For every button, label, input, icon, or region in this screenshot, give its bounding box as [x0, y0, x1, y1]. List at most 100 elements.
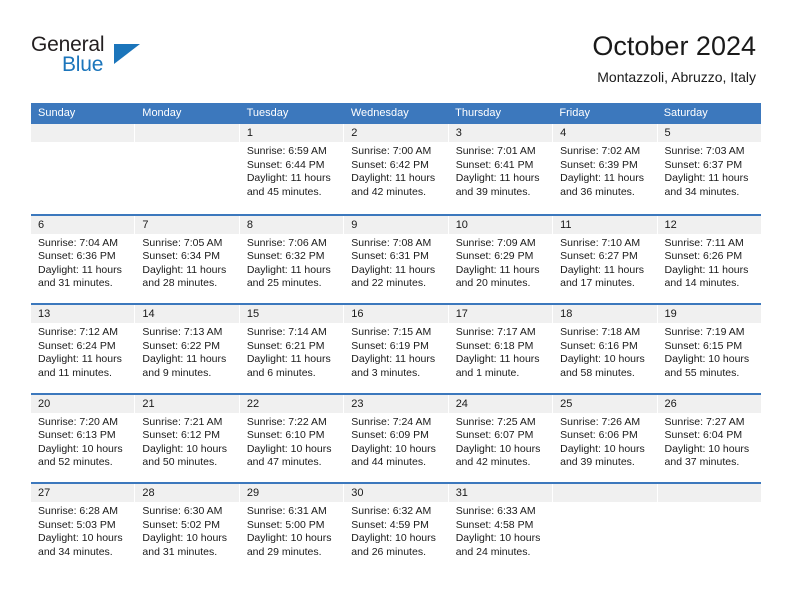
- calendar-day-cell[interactable]: 2 Sunrise: 7:00 AM Sunset: 6:42 PM Daylight…: [344, 124, 449, 214]
- calendar-day-cell[interactable]: 23 Sunrise: 7:24 AM Sunset: 6:09 PM Dayligh…: [344, 394, 449, 482]
- calendar-day-cell[interactable]: 11 Sunrise: 7:10 AM Sunset: 6:27 PM Dayligh…: [553, 215, 658, 303]
- day-sun-info: Sunrise: 7:17 AM Sunset: 6:18 PM Daylight:…: [449, 323, 552, 380]
- sunrise-text: Sunrise: 7:13 AM: [142, 326, 223, 338]
- calendar-day-cell[interactable]: 5 Sunrise: 7:03 AM Sunset: 6:37 PM Daylight…: [657, 124, 761, 214]
- daylight-text: Daylight: 10 hours and 24 minutes.: [455, 532, 541, 558]
- calendar-day-cell[interactable]: 10 Sunrise: 7:09 AM Sunset: 6:29 PM Dayligh…: [448, 215, 554, 303]
- calendar-day-cell[interactable]: 19 Sunrise: 7:19 AM Sunset: 6:15 PM Dayligh…: [657, 305, 761, 393]
- calendar-day-cell[interactable]: 3 Sunrise: 7:01 AM Sunset: 6:41 PM Daylight…: [448, 124, 554, 214]
- calendar-day-cell[interactable]: 20 Sunrise: 7:20 AM Sunset: 6:13 PM Dayligh…: [31, 394, 136, 482]
- sunset-text: Sunset: 4:59 PM: [351, 518, 429, 531]
- weekday-header-saturday: Saturday: [663, 107, 708, 119]
- sunset-text: Sunset: 6:32 PM: [246, 250, 325, 262]
- logo-text-blue: Blue: [62, 53, 104, 76]
- daylight-text: Daylight: 11 hours and 28 minutes.: [142, 263, 227, 290]
- daylight-text: Daylight: 10 hours and 52 minutes.: [38, 442, 123, 469]
- daylight-text: Daylight: 11 hours and 36 minutes.: [560, 172, 644, 198]
- sunset-text: Sunset: 5:03 PM: [38, 518, 116, 531]
- calendar-day-cell[interactable]: 7 Sunrise: 7:05 AM Sunset: 6:34 PM Daylight…: [135, 215, 240, 303]
- day-number: 6: [31, 215, 135, 234]
- day-number: 31: [448, 484, 553, 502]
- calendar-day-cell[interactable]: 30 Sunrise: 6:32 AM Sunset: 4:59 PM Dayligh…: [344, 484, 449, 572]
- sunset-text: Sunset: 6:24 PM: [38, 339, 116, 352]
- calendar-day-cell[interactable]: 17 Sunrise: 7:17 AM Sunset: 6:18 PM Dayligh…: [448, 305, 554, 393]
- sunset-text: Sunset: 6:07 PM: [455, 429, 534, 441]
- calendar-day-cell[interactable]: 27 Sunrise: 6:28 AM Sunset: 5:03 PM Dayligh…: [31, 484, 136, 572]
- calendar-day-cell[interactable]: 24 Sunrise: 7:25 AM Sunset: 6:07 PM Dayligh…: [448, 394, 554, 482]
- daylight-text: Daylight: 11 hours and 17 minutes.: [560, 263, 644, 290]
- calendar-day-cell[interactable]: 8 Sunrise: 7:06 AM Sunset: 6:32 PM Daylight…: [239, 215, 345, 303]
- calendar-week-row: 13 Sunrise: 7:12 AM Sunset: 6:24 PM Dayligh…: [31, 303, 761, 393]
- sunset-text: Sunset: 6:10 PM: [246, 429, 325, 441]
- calendar-week-row: 6 Sunrise: 7:04 AM Sunset: 6:36 PM Daylight…: [31, 213, 761, 303]
- day-number: 27: [31, 484, 135, 502]
- day-sun-info: Sunrise: 7:13 AM Sunset: 6:22 PM Daylight:…: [135, 323, 238, 380]
- calendar-day-cell[interactable]: 22 Sunrise: 7:22 AM Sunset: 6:10 PM Dayligh…: [239, 394, 345, 482]
- calendar-day-cell-empty: [657, 484, 761, 572]
- sunrise-text: Sunrise: 7:06 AM: [246, 236, 327, 249]
- day-sun-info: Sunrise: 7:14 AM Sunset: 6:21 PM Daylight:…: [240, 323, 343, 380]
- sunrise-text: Sunrise: 7:12 AM: [38, 326, 118, 338]
- calendar-day-cell[interactable]: 9 Sunrise: 7:08 AM Sunset: 6:31 PM Daylight…: [344, 215, 449, 303]
- calendar-day-cell[interactable]: 31 Sunrise: 6:33 AM Sunset: 4:58 PM Dayligh…: [448, 484, 554, 572]
- calendar-day-cell[interactable]: 16 Sunrise: 7:15 AM Sunset: 6:19 PM Dayligh…: [344, 305, 449, 393]
- calendar-day-cell[interactable]: 28 Sunrise: 6:30 AM Sunset: 5:02 PM Dayligh…: [135, 484, 240, 572]
- calendar-week-row: 27 Sunrise: 6:28 AM Sunset: 5:03 PM Dayligh…: [31, 482, 761, 572]
- sunset-text: Sunset: 4:58 PM: [455, 518, 534, 531]
- sunrise-text: Sunrise: 7:09 AM: [455, 236, 536, 249]
- calendar-day-cell[interactable]: 4 Sunrise: 7:02 AM Sunset: 6:39 PM Daylight…: [553, 124, 658, 214]
- sunrise-text: Sunrise: 7:21 AM: [142, 415, 223, 428]
- weekday-header-friday: Friday: [559, 107, 590, 119]
- calendar-day-cell[interactable]: 18 Sunrise: 7:18 AM Sunset: 6:16 PM Dayligh…: [553, 305, 658, 393]
- day-sun-info: Sunrise: 7:15 AM Sunset: 6:19 PM Daylight:…: [344, 323, 447, 380]
- day-sun-info: Sunrise: 7:19 AM Sunset: 6:15 PM Daylight:…: [658, 323, 761, 380]
- calendar-day-cell[interactable]: 14 Sunrise: 7:13 AM Sunset: 6:22 PM Dayligh…: [135, 305, 240, 393]
- calendar-week-row: 20 Sunrise: 7:20 AM Sunset: 6:13 PM Dayligh…: [31, 392, 761, 482]
- calendar-day-cell[interactable]: 26 Sunrise: 7:27 AM Sunset: 6:04 PM Dayligh…: [657, 394, 761, 482]
- calendar-day-cell[interactable]: 15 Sunrise: 7:14 AM Sunset: 6:21 PM Dayligh…: [239, 305, 345, 393]
- weekday-header-tuesday: Tuesday: [246, 107, 289, 119]
- sunset-text: Sunset: 6:16 PM: [560, 339, 638, 352]
- calendar-page: General Blue October 2024 Montazzoli, Ab…: [0, 0, 792, 612]
- calendar-day-cell[interactable]: 13 Sunrise: 7:12 AM Sunset: 6:24 PM Dayligh…: [31, 305, 136, 393]
- calendar-day-cell-empty: [135, 124, 240, 214]
- day-number: 20: [31, 394, 135, 413]
- day-number: 28: [135, 484, 239, 502]
- day-number: 21: [135, 394, 239, 413]
- sunset-text: Sunset: 6:27 PM: [560, 250, 638, 262]
- daylight-text: Daylight: 11 hours and 42 minutes.: [351, 172, 436, 198]
- calendar-weeks: 1 Sunrise: 6:59 AM Sunset: 6:44 PM Daylight…: [31, 124, 761, 572]
- calendar-day-cell[interactable]: 25 Sunrise: 7:26 AM Sunset: 6:06 PM Dayligh…: [553, 394, 658, 482]
- day-sun-info: Sunrise: 6:28 AM Sunset: 5:03 PM Daylight:…: [31, 502, 134, 559]
- calendar-day-cell[interactable]: 1 Sunrise: 6:59 AM Sunset: 6:44 PM Daylight…: [239, 124, 345, 214]
- day-number: 26: [657, 394, 761, 413]
- day-number: 3: [448, 124, 553, 142]
- day-number: 7: [135, 215, 239, 234]
- day-sun-info: Sunrise: 7:11 AM Sunset: 6:26 PM Daylight:…: [658, 234, 761, 291]
- sunrise-text: Sunrise: 7:18 AM: [560, 326, 641, 338]
- general-blue-logo[interactable]: General Blue: [31, 33, 151, 81]
- calendar-day-cell[interactable]: 6 Sunrise: 7:04 AM Sunset: 6:36 PM Daylight…: [31, 215, 136, 303]
- day-sun-info: Sunrise: 7:06 AM Sunset: 6:32 PM Daylight:…: [240, 234, 343, 291]
- daylight-text: Daylight: 10 hours and 47 minutes.: [246, 442, 332, 469]
- weekday-header-monday: Monday: [142, 107, 182, 119]
- sunrise-text: Sunrise: 7:24 AM: [351, 415, 432, 428]
- day-number: [31, 124, 135, 142]
- calendar-day-cell[interactable]: 21 Sunrise: 7:21 AM Sunset: 6:12 PM Dayligh…: [135, 394, 240, 482]
- sunrise-text: Sunrise: 7:01 AM: [455, 145, 536, 157]
- sunrise-text: Sunrise: 6:31 AM: [246, 505, 327, 517]
- day-number: [135, 124, 239, 142]
- calendar-day-cell[interactable]: 12 Sunrise: 7:11 AM Sunset: 6:26 PM Dayligh…: [657, 215, 761, 303]
- weekday-header-thursday: Thursday: [455, 107, 501, 119]
- day-sun-info: Sunrise: 6:59 AM Sunset: 6:44 PM Daylight:…: [240, 142, 343, 199]
- day-number: 2: [344, 124, 448, 142]
- sunrise-text: Sunrise: 7:19 AM: [664, 326, 745, 338]
- calendar-day-cell-empty: [31, 124, 136, 214]
- daylight-text: Daylight: 10 hours and 29 minutes.: [246, 532, 332, 558]
- calendar-day-cell[interactable]: 29 Sunrise: 6:31 AM Sunset: 5:00 PM Dayligh…: [239, 484, 345, 572]
- day-number: 16: [344, 305, 448, 323]
- daylight-text: Daylight: 11 hours and 20 minutes.: [455, 263, 540, 290]
- daylight-text: Daylight: 10 hours and 55 minutes.: [664, 353, 750, 379]
- day-sun-info: Sunrise: 7:10 AM Sunset: 6:27 PM Daylight:…: [553, 234, 656, 291]
- daylight-text: Daylight: 11 hours and 34 minutes.: [664, 172, 749, 198]
